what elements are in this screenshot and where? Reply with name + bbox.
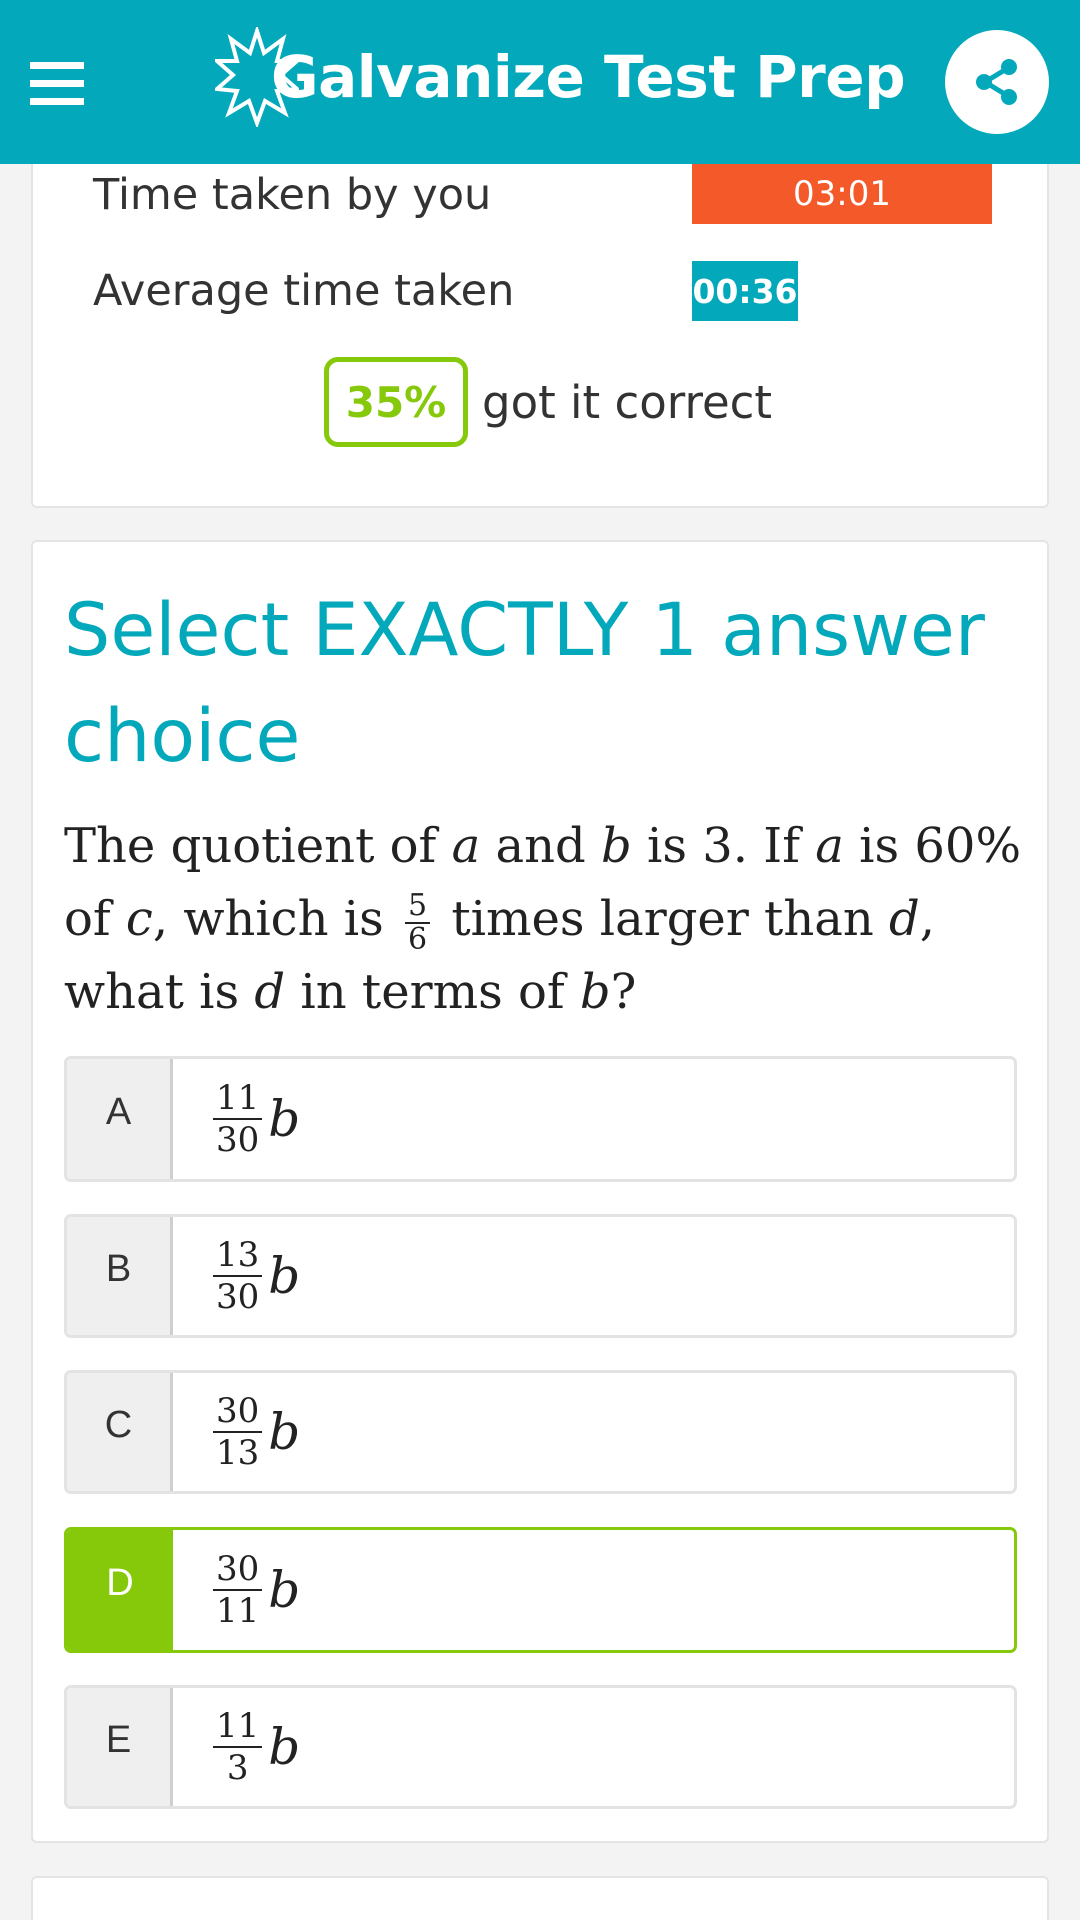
app-title: Galvanize Test Prep — [271, 43, 906, 111]
choice-letter: A — [67, 1059, 173, 1179]
question-fraction: 56 — [404, 889, 431, 956]
answer-choice-d-selected[interactable]: D 30 11 b — [64, 1527, 1017, 1653]
choice-answer: 13 30 b — [213, 1217, 300, 1335]
hamburger-menu-icon[interactable] — [30, 62, 86, 106]
average-time-value: 00:36 — [692, 261, 798, 321]
choice-letter: D — [67, 1530, 173, 1650]
answer-choice-a[interactable]: A 11 30 b — [64, 1056, 1017, 1182]
answer-choice-b[interactable]: B 13 30 b — [64, 1214, 1017, 1338]
share-button[interactable] — [945, 30, 1049, 134]
brand-logo: Galvanize Test Prep — [215, 22, 906, 132]
question-card: Select EXACTLY 1 answer choice The quoti… — [31, 540, 1049, 1843]
time-taken-value: 03:01 — [692, 164, 992, 224]
stats-card: Time taken by you 03:01 Average time tak… — [31, 120, 1049, 508]
time-taken-label: Time taken by you — [93, 170, 492, 220]
next-card — [31, 1876, 1049, 1920]
percent-correct-text: got it correct — [482, 375, 773, 429]
choice-answer: 11 3 b — [213, 1688, 300, 1806]
choice-letter: B — [67, 1217, 173, 1335]
app-header: Galvanize Test Prep — [0, 0, 1080, 164]
average-time-label: Average time taken — [93, 266, 515, 316]
choice-letter: E — [67, 1688, 173, 1806]
choice-answer: 30 11 b — [213, 1530, 300, 1650]
choice-letter: C — [67, 1373, 173, 1491]
share-icon — [976, 59, 1017, 105]
question-instruction: Select EXACTLY 1 answer choice — [64, 588, 985, 779]
choice-answer: 30 13 b — [213, 1373, 300, 1491]
percent-correct-row: 35% got it correct — [324, 357, 772, 447]
answer-choice-e[interactable]: E 11 3 b — [64, 1685, 1017, 1809]
choice-answer: 11 30 b — [213, 1059, 300, 1179]
percent-correct-badge: 35% — [324, 357, 468, 447]
answer-choice-c[interactable]: C 30 13 b — [64, 1370, 1017, 1494]
question-text: The quotient of a and b is 3. If a is 60… — [64, 818, 1022, 1020]
